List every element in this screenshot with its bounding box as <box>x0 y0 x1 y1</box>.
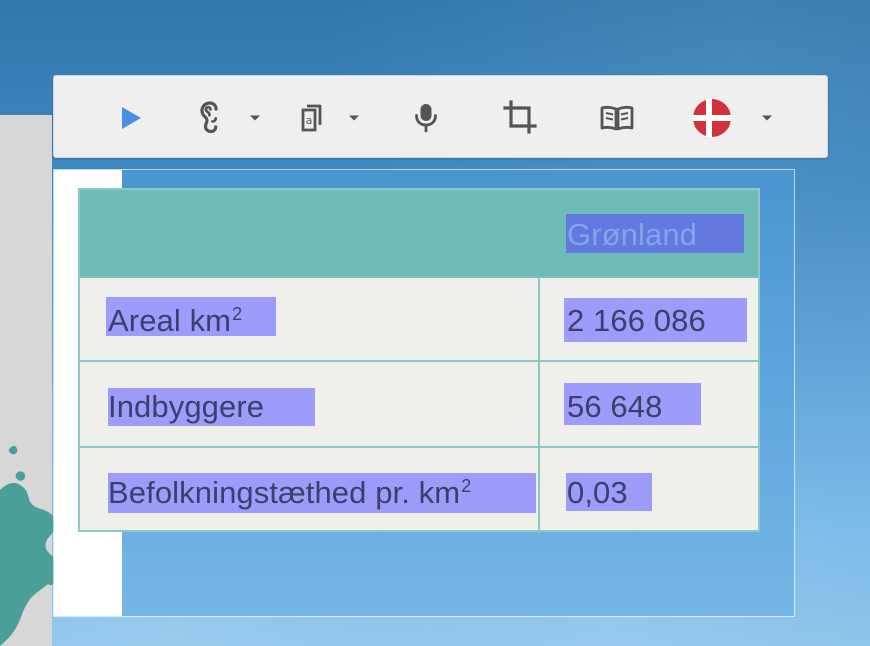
language-button[interactable] <box>688 94 736 142</box>
row-3-value: 0,03 <box>567 475 628 510</box>
row-1-label: Areal km2 <box>108 305 242 336</box>
ear-icon <box>200 101 218 134</box>
svg-text:a: a <box>306 114 313 127</box>
hearing-dropdown-button[interactable] <box>248 111 262 125</box>
column-divider <box>538 278 540 534</box>
caret-down-icon <box>762 115 772 121</box>
play-button[interactable] <box>106 94 154 142</box>
language-dropdown-button[interactable] <box>760 111 774 125</box>
caret-down-icon <box>250 115 260 121</box>
microphone-icon <box>415 104 437 133</box>
row-1-value: 2 166 086 <box>567 303 706 338</box>
text-view-button[interactable]: a <box>288 94 336 142</box>
left-side-panel <box>0 115 52 646</box>
crop-icon <box>503 100 537 134</box>
row-2-value: 56 648 <box>567 389 663 424</box>
microphone-button[interactable] <box>402 94 450 142</box>
caret-down-icon <box>349 115 359 121</box>
text-view-dropdown-button[interactable] <box>347 111 361 125</box>
row-divider-2 <box>80 446 758 448</box>
row-3-label: Befolkningstæthed pr. km2 <box>108 477 471 508</box>
row-1-label-superscript: 2 <box>232 304 243 324</box>
row-divider-1 <box>80 360 758 362</box>
play-icon <box>122 107 141 129</box>
text-document-icon: a <box>301 104 322 132</box>
crop-button[interactable] <box>497 94 545 142</box>
dictionary-button[interactable] <box>593 94 641 142</box>
row-3-label-main: Befolkningstæthed pr. km <box>108 475 461 510</box>
row-1-label-main: Areal km <box>108 303 232 338</box>
row-3-label-superscript: 2 <box>461 476 472 496</box>
hearing-button[interactable] <box>188 94 236 142</box>
row-2-label: Indbyggere <box>108 389 265 424</box>
header-country: Grønland <box>567 217 698 252</box>
book-icon <box>600 105 634 131</box>
danish-flag-icon <box>693 99 731 137</box>
reading-toolbar: a <box>53 75 828 158</box>
